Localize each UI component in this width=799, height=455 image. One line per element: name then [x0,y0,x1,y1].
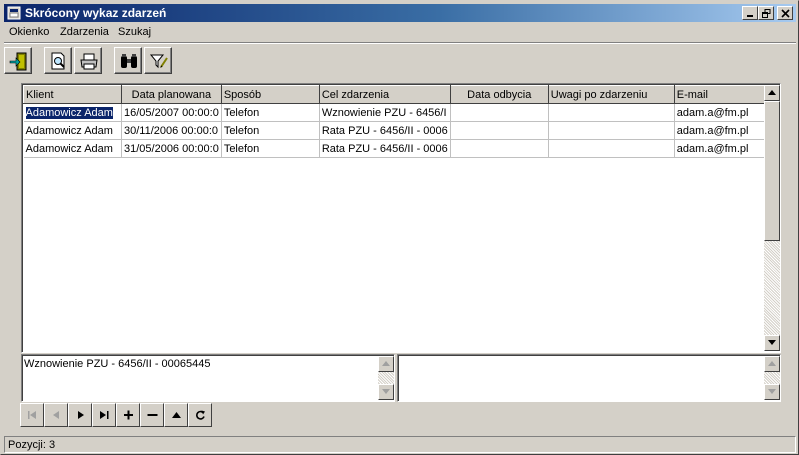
grid-cell-text: Adamowicz Adam [24,105,114,120]
menu-okienko[interactable]: Okienko [9,26,49,38]
next-icon [78,411,84,419]
restore-button[interactable] [758,6,774,20]
grid-cell[interactable]: Adamowicz Adam [23,103,122,122]
first-icon [28,411,36,419]
title-bar[interactable]: Skrócony wykaz zdarzeń [4,4,796,22]
table-row[interactable]: Adamowicz Adam 16/05/2007 00:00:0 Telefo… [23,103,773,122]
restore-icon [762,9,771,18]
nav-delete-button[interactable] [140,403,164,427]
app-icon [7,6,21,20]
toolbar-separator [4,42,796,44]
grid-cell[interactable]: adam.a@fm.pl [674,139,773,158]
arrow-up-icon [382,361,390,366]
scroll-down-button[interactable] [378,384,394,400]
memo-text: Wznowienie PZU - 6456/II - 00065445 [24,358,211,370]
scroll-up-button[interactable] [764,356,780,372]
post-icon [172,412,181,418]
nav-last-button[interactable] [92,403,116,427]
grid-cell[interactable] [450,121,549,140]
grid-cell[interactable]: Rata PZU - 6456/II - 0006 [319,139,451,158]
minimize-button[interactable] [742,6,758,20]
scroll-down-button[interactable] [764,335,780,351]
grid-cell[interactable]: 16/05/2007 00:00:0 [121,103,222,122]
column-header-uwagi[interactable]: Uwagi po zdarzeniu [547,85,675,104]
record-count: Pozycji: 3 [8,439,56,451]
preview-icon [51,52,65,70]
memo-right-scrollbar[interactable] [764,356,780,400]
arrow-up-icon [768,90,776,95]
column-header-data-odbycia[interactable]: Data odbycia [449,85,549,104]
nav-post-button[interactable] [164,403,188,427]
grid-cell[interactable]: Telefon [221,103,320,122]
notes-memo[interactable] [397,354,781,402]
table-row[interactable]: Adamowicz Adam 30/11/2006 00:00:0 Telefo… [23,121,773,140]
print-icon [80,53,98,70]
exit-button[interactable] [4,47,32,74]
grid-cell[interactable]: 31/05/2006 00:00:0 [121,139,222,158]
grid-cell[interactable]: Adamowicz Adam [23,121,122,140]
column-header-data-planowana[interactable]: Data planowana [121,85,222,104]
exit-icon [9,52,27,71]
close-button[interactable] [777,6,793,20]
scroll-down-button[interactable] [764,384,780,400]
events-table: Klient Data planowana Sposób Cel zdarzen… [23,85,773,158]
grid-cell[interactable] [548,103,675,122]
grid-vertical-scrollbar[interactable] [764,85,780,351]
status-bar: Pozycji: 3 [4,436,796,453]
grid-cell[interactable]: Wznowienie PZU - 6456/I [319,103,451,122]
table-row[interactable]: Adamowicz Adam 31/05/2006 00:00:0 Telefo… [23,139,773,158]
events-grid[interactable]: Klient Data planowana Sposób Cel zdarzen… [21,83,781,353]
nav-prior-button[interactable] [44,403,68,427]
scroll-thumb[interactable] [764,101,780,241]
arrow-down-icon [768,340,776,345]
print-button[interactable] [74,47,102,74]
menu-zdarzenia[interactable]: Zdarzenia [60,26,109,38]
grid-header-row: Klient Data planowana Sposób Cel zdarzen… [23,85,773,104]
grid-cell[interactable] [450,139,549,158]
grid-cell[interactable]: Adamowicz Adam [23,139,122,158]
grid-cell[interactable]: Rata PZU - 6456/II - 0006 [319,121,451,140]
scroll-up-button[interactable] [764,85,780,101]
grid-cell[interactable]: Telefon [221,139,320,158]
scroll-up-button[interactable] [378,356,394,372]
nav-first-button[interactable] [20,403,44,427]
grid-cell[interactable]: adam.a@fm.pl [674,121,773,140]
window-title: Skrócony wykaz zdarzeń [25,6,167,20]
arrow-up-icon [768,361,776,366]
grid-cell[interactable] [548,121,675,140]
arrow-down-icon [382,389,390,394]
arrow-down-icon [768,389,776,394]
application-window: Skrócony wykaz zdarzeń Okienko Zdarzenia… [0,0,799,455]
search-button[interactable] [114,47,142,74]
nav-refresh-button[interactable] [188,403,212,427]
minimize-icon [747,15,753,17]
nav-next-button[interactable] [68,403,92,427]
insert-icon [124,410,133,420]
delete-icon [147,414,158,416]
record-navigator [20,403,213,428]
memo-left-scrollbar[interactable] [378,356,394,400]
event-description-memo[interactable]: Wznowienie PZU - 6456/II - 00065445 [21,354,395,402]
grid-cell[interactable]: Telefon [221,121,320,140]
menu-bar: Okienko Zdarzenia Szukaj [4,23,796,41]
grid-cell[interactable] [548,139,675,158]
filter-icon [149,54,168,69]
menu-szukaj[interactable]: Szukaj [118,26,151,38]
preview-button[interactable] [44,47,72,74]
column-header-email[interactable]: E-mail [673,85,773,104]
binoculars-icon [121,54,137,68]
prior-icon [53,411,59,419]
grid-cell[interactable]: adam.a@fm.pl [674,103,773,122]
column-header-sposob[interactable]: Sposób [220,85,320,104]
column-header-klient[interactable]: Klient [23,85,122,104]
last-icon [100,411,109,419]
grid-cell[interactable]: 30/11/2006 00:00:0 [121,121,222,140]
nav-insert-button[interactable] [116,403,140,427]
grid-cell[interactable] [450,103,549,122]
filter-button[interactable] [144,47,172,74]
refresh-icon [196,410,205,420]
column-header-cel-zdarzenia[interactable]: Cel zdarzenia [318,85,451,104]
close-icon [781,9,790,18]
